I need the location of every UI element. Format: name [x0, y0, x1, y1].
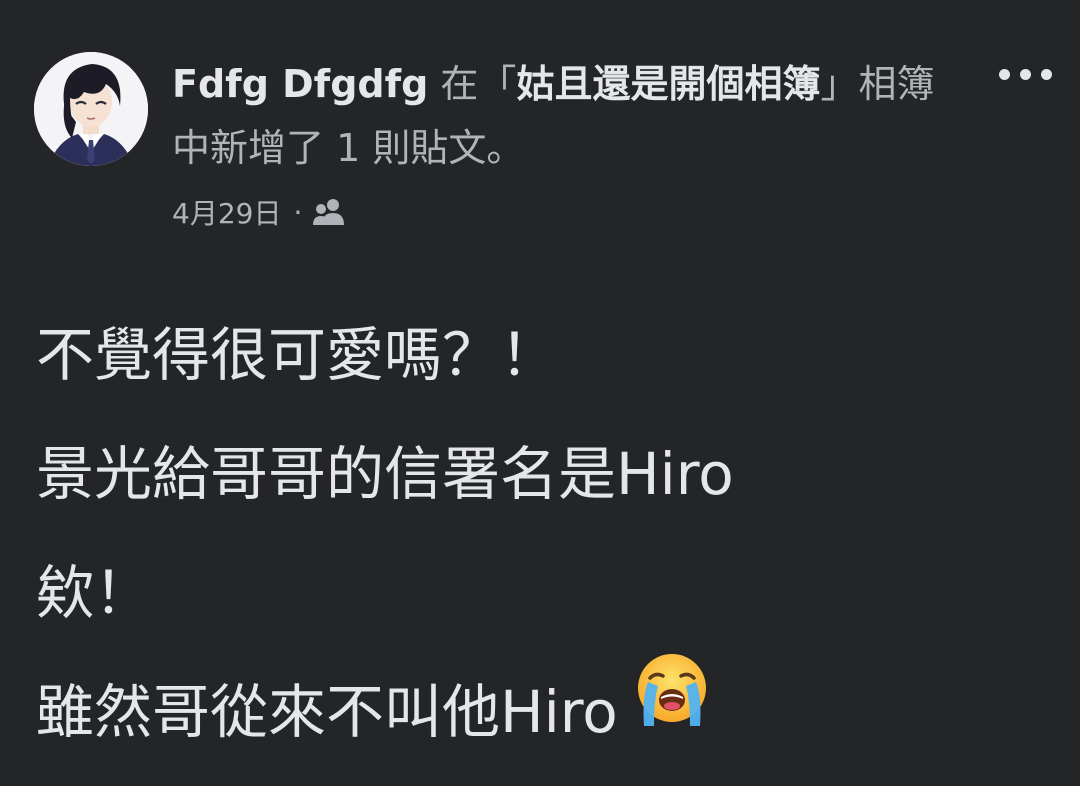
action-prefix: 在「 — [428, 62, 517, 106]
post-header: Fdfg Dfgdfg 在「姑且還是開個相簿」相簿中新增了 1 則貼文。 — [172, 52, 952, 180]
more-options-icon-dot — [1040, 68, 1052, 80]
post-text-line: 景光給哥哥的信署名是Hiro — [36, 440, 734, 508]
post-text-line-last: 雖然哥從來不叫他Hiro — [36, 653, 1046, 772]
post-meta: 4月29日 · — [172, 192, 346, 232]
author-name[interactable]: Fdfg Dfgdfg — [172, 62, 428, 106]
more-options-icon-dot — [1019, 68, 1031, 80]
post-card: Fdfg Dfgdfg 在「姑且還是開個相簿」相簿中新增了 1 則貼文。 4月2… — [0, 0, 1080, 786]
friends-icon[interactable] — [312, 198, 346, 226]
album-link[interactable]: 姑且還是開個相簿 — [516, 62, 820, 106]
post-timestamp[interactable]: 4月29日 — [172, 192, 281, 232]
more-options-icon — [998, 68, 1010, 80]
loudly-crying-face-icon — [632, 650, 712, 770]
avatar-image — [34, 52, 148, 166]
post-text-line: 雖然哥從來不叫他Hiro — [36, 678, 618, 746]
meta-separator: · — [293, 195, 303, 229]
post-content: 不覺得很可愛嗎？！ 景光給哥哥的信署名是Hiro 欸！ 雖然哥從來不叫他Hiro — [36, 296, 1046, 772]
post-text-line: 不覺得很可愛嗎？！ — [36, 321, 559, 389]
post-text-line: 欸！ — [36, 559, 153, 627]
more-options-button[interactable] — [990, 56, 1060, 92]
author-avatar[interactable] — [34, 52, 148, 166]
